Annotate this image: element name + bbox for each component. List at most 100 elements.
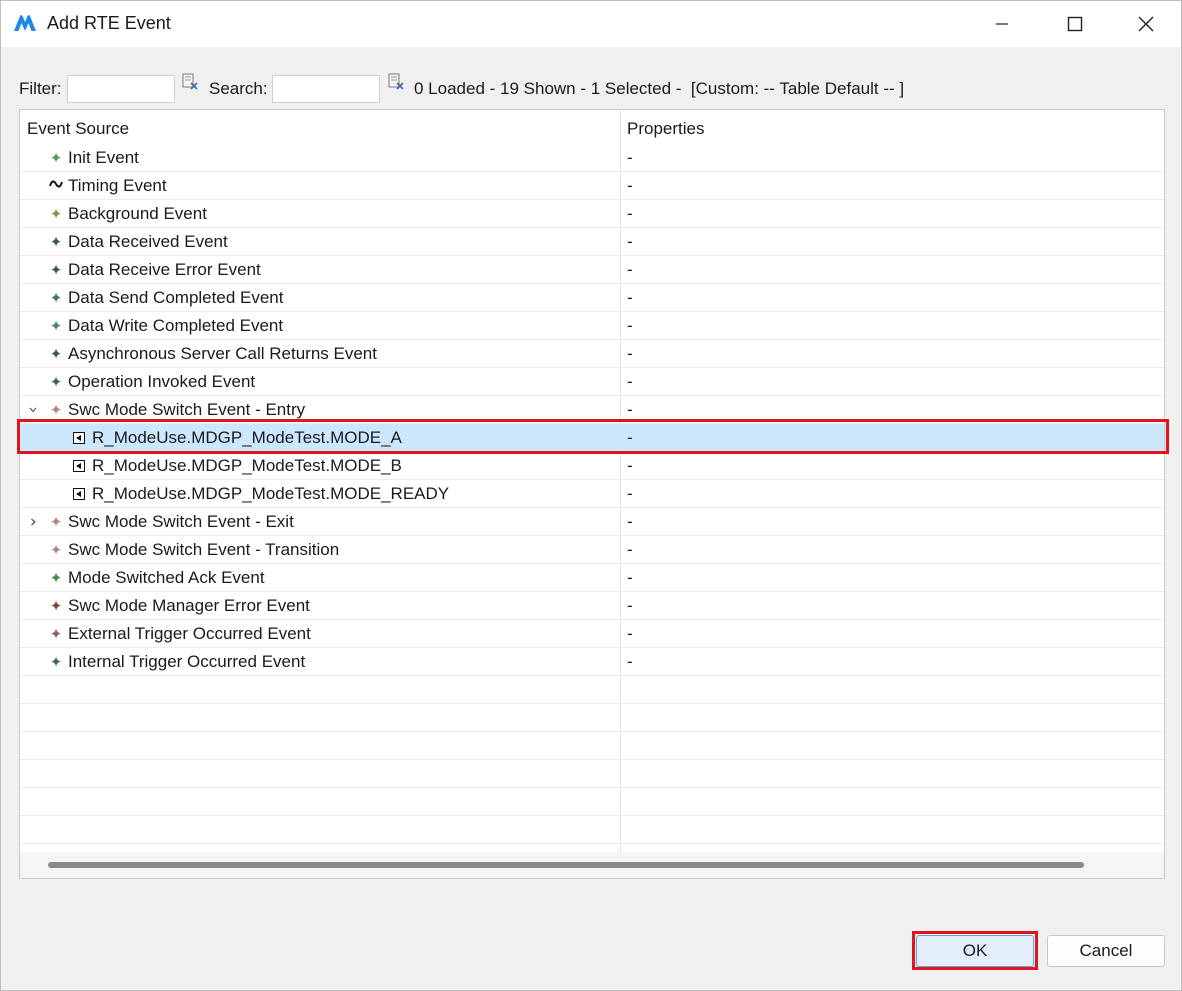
maximize-button[interactable]: [1044, 1, 1106, 47]
table-row[interactable]: ✦ Data Received Event -: [20, 228, 1164, 256]
properties-cell: -: [627, 148, 633, 167]
properties-cell: -: [627, 204, 633, 223]
add-rte-event-dialog: Add RTE Event Filter: Search: 0 Loaded -…: [0, 0, 1182, 991]
sparkle-icon: ✦: [49, 514, 63, 531]
sparkle-icon: ✦: [49, 262, 63, 279]
sparkle-icon: ✦: [49, 290, 63, 307]
sparkle-icon: ✦: [49, 374, 63, 391]
event-source-cell: Timing Event: [49, 172, 167, 200]
sparkle-icon: ✦: [49, 402, 63, 419]
properties-cell: -: [627, 232, 633, 251]
event-source-cell: ✦ Data Write Completed Event: [49, 312, 283, 340]
minimize-button[interactable]: [971, 1, 1033, 47]
properties-cell: -: [627, 344, 633, 363]
table-row[interactable]: ✦ Data Send Completed Event -: [20, 284, 1164, 312]
properties-cell: -: [627, 512, 633, 531]
table-row[interactable]: ✦ Asynchronous Server Call Returns Event -: [20, 340, 1164, 368]
event-label: External Trigger Occurred Event: [68, 624, 311, 643]
event-label: Asynchronous Server Call Returns Event: [68, 344, 377, 363]
close-icon: [1138, 16, 1154, 32]
table-row[interactable]: ✦ Operation Invoked Event -: [20, 368, 1164, 396]
mode-icon: [73, 488, 85, 500]
sparkle-icon: ✦: [49, 150, 63, 167]
properties-cell: -: [627, 400, 633, 419]
event-source-cell: R_ModeUse.MDGP_ModeTest.MODE_A: [73, 424, 402, 452]
event-source-cell: ✦ Swc Mode Switch Event - Entry: [49, 396, 305, 424]
table-row[interactable]: R_ModeUse.MDGP_ModeTest.MODE_B -: [20, 452, 1164, 480]
sparkle-icon: ✦: [49, 598, 63, 615]
event-source-cell: ✦ Operation Invoked Event: [49, 368, 255, 396]
sparkle-icon: ✦: [49, 570, 63, 587]
properties-cell: -: [627, 372, 633, 391]
event-source-cell: R_ModeUse.MDGP_ModeTest.MODE_B: [73, 452, 402, 480]
event-label: Internal Trigger Occurred Event: [68, 652, 306, 671]
header-properties[interactable]: Properties: [627, 119, 704, 139]
close-button[interactable]: [1115, 1, 1177, 47]
properties-cell: -: [627, 288, 633, 307]
event-source-cell: ✦ Data Receive Error Event: [49, 256, 261, 284]
properties-cell: -: [627, 596, 633, 615]
empty-row: [20, 788, 1164, 816]
event-label: Operation Invoked Event: [68, 372, 256, 391]
filter-bar: Filter: Search: 0 Loaded - 19 Shown - 1 …: [1, 73, 1181, 105]
clear-filter-icon[interactable]: [181, 73, 199, 91]
properties-cell: -: [627, 260, 633, 279]
event-label: Swc Mode Manager Error Event: [68, 596, 310, 615]
clear-search-icon[interactable]: [387, 73, 405, 91]
properties-cell: -: [627, 484, 633, 503]
table-row[interactable]: ✦ Swc Mode Switch Event - Entry -: [20, 396, 1164, 424]
empty-row: [20, 704, 1164, 732]
table-row[interactable]: ✦ Internal Trigger Occurred Event -: [20, 648, 1164, 676]
window-title: Add RTE Event: [47, 13, 171, 33]
table-row[interactable]: Timing Event -: [20, 172, 1164, 200]
title-bar[interactable]: Add RTE Event: [1, 1, 1181, 47]
empty-row: [20, 760, 1164, 788]
table-row[interactable]: R_ModeUse.MDGP_ModeTest.MODE_READY -: [20, 480, 1164, 508]
event-source-cell: ✦ Data Send Completed Event: [49, 284, 284, 312]
table-row[interactable]: ✦ Swc Mode Manager Error Event -: [20, 592, 1164, 620]
empty-row: [20, 732, 1164, 760]
table-header: Event Source Properties: [20, 110, 1164, 146]
scrollbar-thumb[interactable]: [48, 862, 1084, 868]
horizontal-scrollbar[interactable]: [20, 852, 1164, 878]
event-source-cell: ✦ Background Event: [49, 200, 207, 228]
search-input[interactable]: [272, 75, 380, 103]
event-label: R_ModeUse.MDGP_ModeTest.MODE_B: [92, 456, 402, 475]
chevron-down-icon[interactable]: [26, 396, 40, 424]
table-row[interactable]: ✦ Swc Mode Switch Event - Transition -: [20, 536, 1164, 564]
filter-label: Filter:: [19, 79, 62, 98]
header-event-source[interactable]: Event Source: [27, 119, 129, 139]
table-row[interactable]: ✦ Mode Switched Ack Event -: [20, 564, 1164, 592]
properties-cell: -: [627, 456, 633, 475]
mode-icon: [73, 460, 85, 472]
sparkle-icon: ✦: [49, 346, 63, 363]
filter-input[interactable]: [67, 75, 175, 103]
maximize-icon: [1067, 16, 1083, 32]
table-row[interactable]: ✦ Data Write Completed Event -: [20, 312, 1164, 340]
chevron-right-icon[interactable]: [26, 508, 40, 536]
event-label: Swc Mode Switch Event - Transition: [68, 540, 340, 559]
table-row[interactable]: ✦ Data Receive Error Event -: [20, 256, 1164, 284]
minimize-icon: [996, 23, 1008, 25]
table-row[interactable]: ✦ External Trigger Occurred Event -: [20, 620, 1164, 648]
table-row[interactable]: ✦ Background Event -: [20, 200, 1164, 228]
properties-cell: -: [627, 428, 633, 447]
search-label: Search:: [209, 79, 268, 98]
table-row[interactable]: ✦ Init Event -: [20, 144, 1164, 172]
properties-cell: -: [627, 316, 633, 335]
event-source-cell: ✦ Swc Mode Switch Event - Transition: [49, 536, 339, 564]
sparkle-icon: ✦: [49, 206, 63, 223]
cancel-button[interactable]: Cancel: [1047, 935, 1165, 967]
table-row[interactable]: R_ModeUse.MDGP_ModeTest.MODE_A -: [20, 424, 1164, 452]
event-source-cell: ✦ Mode Switched Ack Event: [49, 564, 265, 592]
event-source-cell: ✦ Internal Trigger Occurred Event: [49, 648, 305, 676]
event-source-cell: ✦ Swc Mode Switch Event - Exit: [49, 508, 294, 536]
properties-cell: -: [627, 540, 633, 559]
table-row[interactable]: ✦ Swc Mode Switch Event - Exit -: [20, 508, 1164, 536]
ok-button[interactable]: OK: [916, 935, 1034, 967]
event-table[interactable]: Event Source Properties ✦ Init Event - Timi…: [19, 109, 1165, 879]
event-label: Data Write Completed Event: [68, 316, 284, 335]
event-label: R_ModeUse.MDGP_ModeTest.MODE_A: [92, 428, 402, 447]
properties-cell: -: [627, 652, 633, 671]
mode-icon: [73, 432, 85, 444]
